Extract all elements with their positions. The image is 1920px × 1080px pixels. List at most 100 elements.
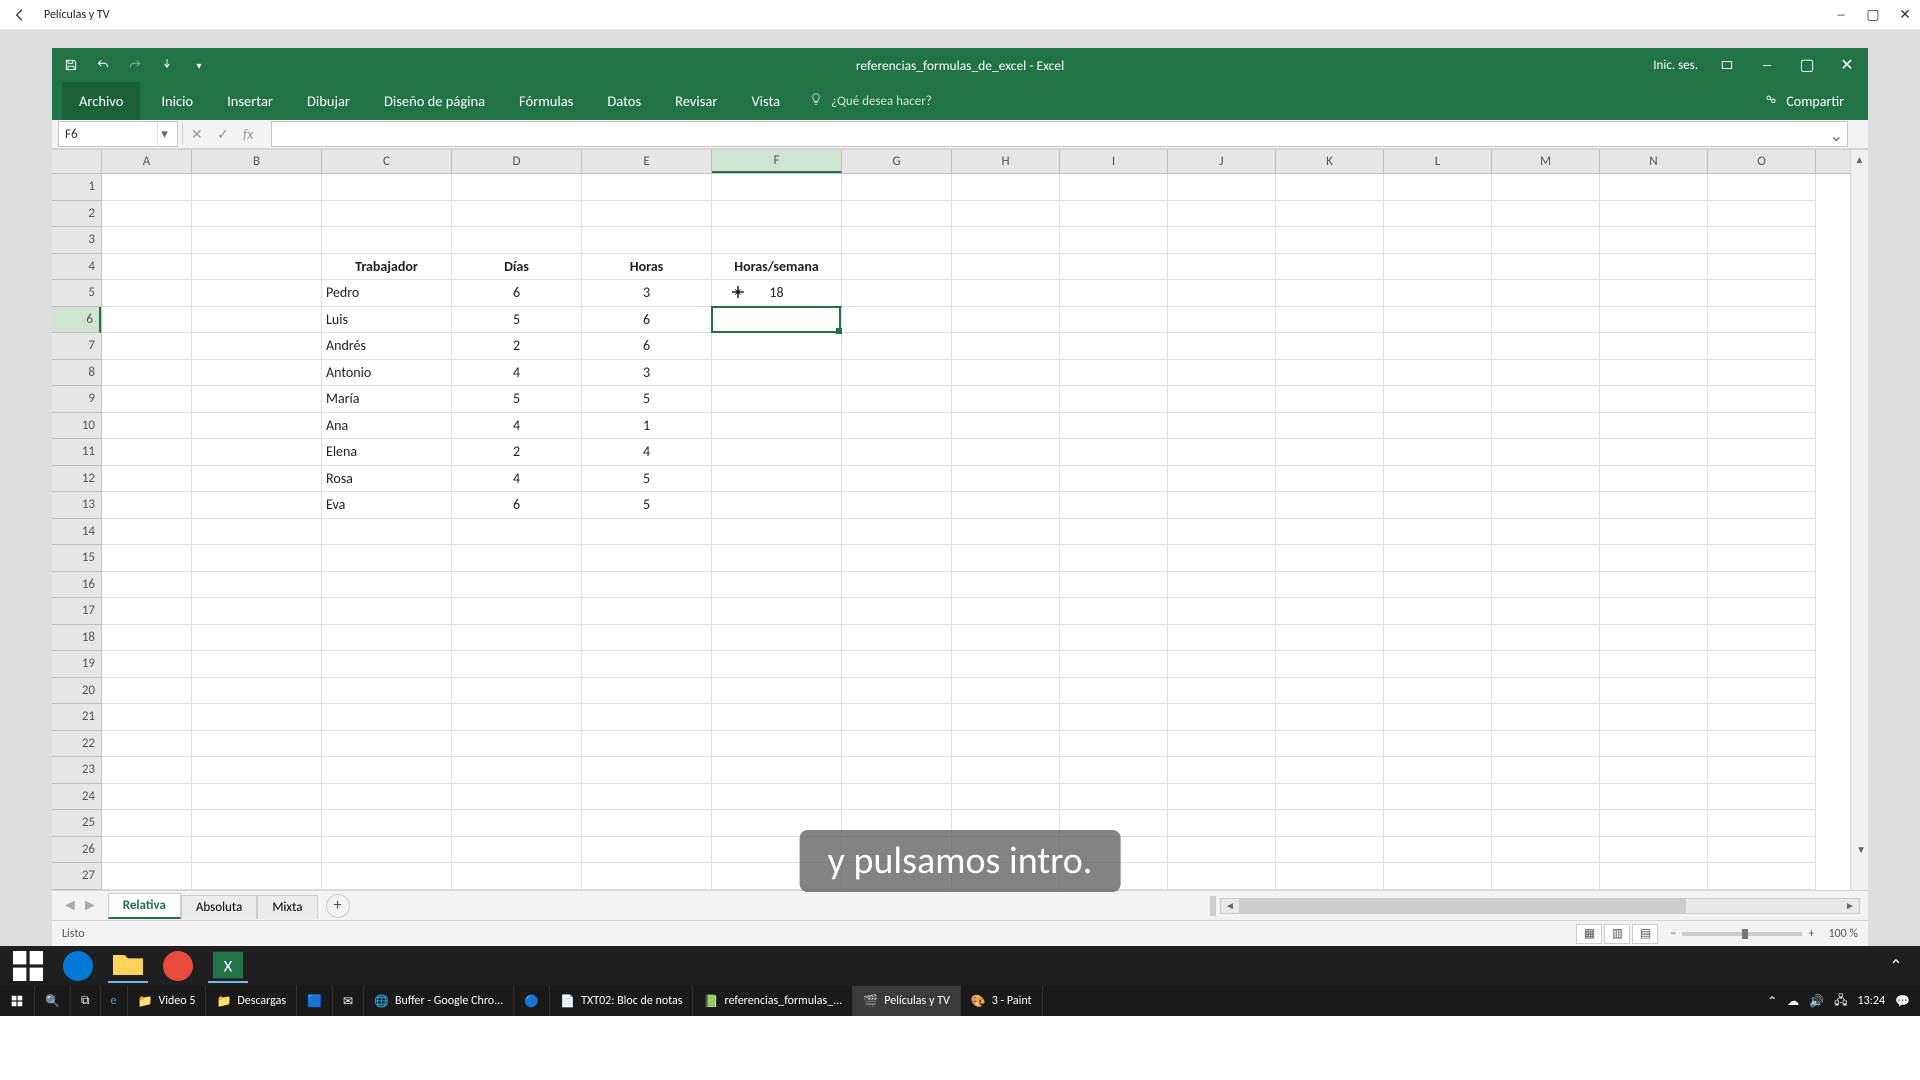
- start-button[interactable]: [0, 986, 35, 1016]
- view-normal-icon[interactable]: ▦: [1576, 924, 1602, 944]
- column-header[interactable]: A: [102, 150, 192, 173]
- row-header[interactable]: 3: [52, 227, 101, 254]
- cell[interactable]: [1168, 201, 1276, 228]
- hscroll-left-icon[interactable]: ◄: [1221, 899, 1239, 912]
- cell[interactable]: [1168, 810, 1276, 837]
- cell[interactable]: [452, 201, 582, 228]
- cell[interactable]: [1600, 678, 1708, 705]
- windows-start-icon[interactable]: [8, 949, 48, 983]
- cell[interactable]: [582, 704, 712, 731]
- qat-customize-icon[interactable]: ▾: [190, 56, 208, 74]
- column-headers[interactable]: ABCDEFGHIJKLMNO: [102, 150, 1850, 174]
- cell[interactable]: [1708, 439, 1816, 466]
- cell[interactable]: [582, 519, 712, 546]
- column-header[interactable]: B: [192, 150, 322, 173]
- cell[interactable]: [1492, 466, 1600, 493]
- cell[interactable]: [1708, 519, 1816, 546]
- cell[interactable]: [1384, 784, 1492, 811]
- cell[interactable]: [1708, 254, 1816, 281]
- cell[interactable]: [1168, 837, 1276, 864]
- sheet-next-icon[interactable]: ►: [82, 896, 98, 915]
- cell[interactable]: Horas: [582, 254, 712, 281]
- cell[interactable]: [192, 545, 322, 572]
- cell[interactable]: [1384, 492, 1492, 519]
- cell[interactable]: [1276, 174, 1384, 201]
- cell[interactable]: [1600, 386, 1708, 413]
- cell[interactable]: Rosa: [322, 466, 452, 493]
- row-header[interactable]: 10: [52, 413, 101, 440]
- cell[interactable]: [102, 863, 192, 890]
- cell[interactable]: [712, 386, 842, 413]
- cell[interactable]: [1384, 863, 1492, 890]
- cell[interactable]: [952, 413, 1060, 440]
- taskbar-paint[interactable]: 🎨 3 - Paint: [961, 986, 1043, 1016]
- cell[interactable]: [1060, 413, 1168, 440]
- cell[interactable]: [192, 280, 322, 307]
- cell[interactable]: [1492, 757, 1600, 784]
- cell[interactable]: [1384, 280, 1492, 307]
- row-header[interactable]: 24: [52, 784, 101, 811]
- cell[interactable]: [322, 598, 452, 625]
- tab-formulas[interactable]: Fórmulas: [502, 82, 590, 120]
- cell[interactable]: [192, 757, 322, 784]
- cell[interactable]: [1384, 227, 1492, 254]
- cell[interactable]: [1384, 439, 1492, 466]
- sheet-tab-mixta[interactable]: Mixta: [257, 895, 317, 919]
- cell[interactable]: Elena: [322, 439, 452, 466]
- cell[interactable]: [1600, 413, 1708, 440]
- taskbar-video5[interactable]: 📁 Video 5: [128, 986, 207, 1016]
- cell[interactable]: [842, 545, 952, 572]
- cell[interactable]: [1168, 386, 1276, 413]
- cell[interactable]: [952, 466, 1060, 493]
- cell[interactable]: [452, 810, 582, 837]
- cell[interactable]: [1168, 757, 1276, 784]
- column-header[interactable]: M: [1492, 150, 1600, 173]
- cell[interactable]: [1492, 227, 1600, 254]
- column-header[interactable]: J: [1168, 150, 1276, 173]
- insert-function-icon[interactable]: fx: [243, 126, 259, 143]
- cell[interactable]: [452, 863, 582, 890]
- cell[interactable]: [322, 863, 452, 890]
- row-header[interactable]: 15: [52, 545, 101, 572]
- cell[interactable]: [102, 757, 192, 784]
- cell[interactable]: [1708, 307, 1816, 334]
- cell[interactable]: [1708, 810, 1816, 837]
- cell[interactable]: [1384, 810, 1492, 837]
- cell[interactable]: [1600, 837, 1708, 864]
- cell[interactable]: [322, 810, 452, 837]
- row-header[interactable]: 26: [52, 837, 101, 864]
- edge-icon[interactable]: [58, 949, 98, 983]
- cell[interactable]: [1276, 572, 1384, 599]
- cell[interactable]: [1276, 254, 1384, 281]
- excel-maximize-icon[interactable]: ▢: [1796, 54, 1818, 76]
- cell[interactable]: [322, 731, 452, 758]
- cell[interactable]: [1276, 837, 1384, 864]
- cell[interactable]: [1600, 863, 1708, 890]
- cell[interactable]: 5: [582, 492, 712, 519]
- cell[interactable]: [102, 439, 192, 466]
- cell[interactable]: [1276, 545, 1384, 572]
- row-header[interactable]: 16: [52, 572, 101, 599]
- cell[interactable]: [1276, 413, 1384, 440]
- sheet-splitter[interactable]: [1210, 896, 1216, 916]
- sign-in-link[interactable]: Inic. ses.: [1653, 58, 1698, 73]
- cell[interactable]: Ana: [322, 413, 452, 440]
- taskbar-notepad[interactable]: 📄 TXT02: Bloc de notas: [550, 986, 693, 1016]
- cell[interactable]: [1168, 174, 1276, 201]
- cell[interactable]: [1492, 598, 1600, 625]
- taskbar-peliculas[interactable]: 🎬 Películas y TV: [853, 986, 960, 1016]
- cell[interactable]: [952, 545, 1060, 572]
- enter-formula-icon[interactable]: ✓: [217, 126, 233, 143]
- cell[interactable]: [322, 227, 452, 254]
- cell[interactable]: [1384, 307, 1492, 334]
- cell[interactable]: [1276, 810, 1384, 837]
- cell[interactable]: [1060, 174, 1168, 201]
- cell[interactable]: [1708, 333, 1816, 360]
- cell[interactable]: [712, 201, 842, 228]
- cell[interactable]: [1708, 784, 1816, 811]
- cell[interactable]: [1384, 174, 1492, 201]
- cell[interactable]: [1168, 545, 1276, 572]
- taskbar-descargas[interactable]: 📁 Descargas: [206, 986, 297, 1016]
- cell[interactable]: [1276, 227, 1384, 254]
- cell[interactable]: [102, 651, 192, 678]
